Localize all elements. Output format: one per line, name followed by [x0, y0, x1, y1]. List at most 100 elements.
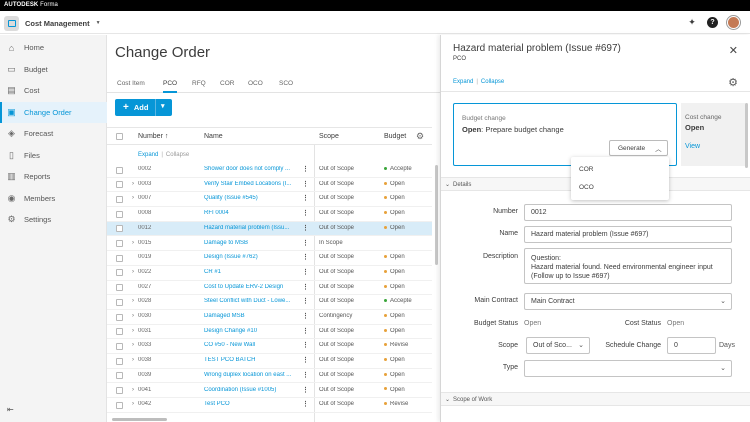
tab-cost-item[interactable]: Cost Item [117, 80, 145, 91]
tab-cor[interactable]: COR [220, 80, 234, 91]
row-name-link[interactable]: Cost to Update ERV-2 Design [204, 284, 294, 290]
more-options-icon[interactable]: ⋮ [302, 356, 309, 364]
sidebar-item-budget[interactable]: ▭ Budget [0, 59, 107, 80]
chevron-down-icon[interactable]: ▾ [161, 102, 165, 110]
row-checkbox[interactable] [116, 181, 123, 189]
row-name-link[interactable]: Shower door does not comply ... [204, 166, 294, 172]
row-name-link[interactable]: Test PCO [204, 401, 294, 407]
collapse-link[interactable]: Collapse [166, 152, 189, 158]
row-checkbox[interactable] [116, 372, 123, 380]
tab-rfq[interactable]: RFQ [192, 80, 206, 91]
column-settings-gear-icon[interactable]: ⚙ [416, 131, 424, 142]
collapse-sidebar-icon[interactable]: ⇤ [7, 405, 14, 414]
more-options-icon[interactable]: ⋮ [302, 253, 309, 261]
more-options-icon[interactable]: ⋮ [302, 327, 309, 335]
row-checkbox[interactable] [116, 387, 123, 394]
menu-item-cor[interactable]: COR [579, 166, 593, 173]
chevron-right-icon[interactable]: › [132, 298, 134, 304]
more-options-icon[interactable]: ⋮ [302, 400, 309, 408]
table-row[interactable]: › 0033 CO #50 - New Wall ⋮ Out of Scope Revis… [107, 339, 432, 355]
row-checkbox[interactable] [116, 357, 123, 365]
row-checkbox[interactable] [116, 240, 123, 247]
table-row[interactable]: 0008 RFI 0004 ⋮ Out of Scope Open [107, 207, 432, 222]
row-name-link[interactable]: CR #1 [204, 269, 294, 275]
table-row[interactable]: › 0007 Quality (Issue #545) ⋮ Out of Scope Op… [107, 192, 432, 208]
more-options-icon[interactable]: ⋮ [302, 312, 309, 320]
tab-oco[interactable]: OCO [248, 80, 263, 91]
scope-select[interactable]: Out of Sco... ⌄ [526, 337, 590, 354]
panel-collapse-link[interactable]: Collapse [481, 79, 504, 85]
table-row[interactable]: › 0042 Test PCO ⋮ Out of Scope Revise [107, 398, 432, 413]
sidebar-item-files[interactable]: ▯ Files [0, 145, 107, 166]
row-checkbox[interactable] [116, 298, 123, 306]
chevron-right-icon[interactable]: › [132, 357, 134, 363]
chevron-right-icon[interactable]: › [132, 240, 134, 246]
panel-scrollbar[interactable] [745, 103, 748, 168]
row-name-link[interactable]: Wrong duplex location on east ... [204, 372, 294, 378]
row-checkbox[interactable] [116, 342, 123, 350]
type-select[interactable]: ⌄ [524, 360, 732, 377]
more-options-icon[interactable]: ⋮ [302, 371, 309, 379]
tab-sco[interactable]: SCO [279, 80, 293, 91]
row-name-link[interactable]: Steel Conflict with Duct - Lowe... [204, 298, 294, 304]
more-options-icon[interactable]: ⋮ [302, 194, 309, 202]
sidebar-item-forecast[interactable]: ◈ Forecast [0, 123, 107, 144]
select-all-checkbox[interactable] [116, 133, 123, 140]
table-row[interactable]: 0027 Cost to Update ERV-2 Design ⋮ Out of S… [107, 281, 432, 296]
user-avatar[interactable] [727, 16, 740, 29]
chevron-right-icon[interactable]: › [132, 269, 134, 275]
panel-settings-gear-icon[interactable]: ⚙ [728, 76, 738, 89]
more-options-icon[interactable]: ⋮ [302, 283, 309, 291]
chevron-right-icon[interactable]: › [132, 195, 134, 201]
row-checkbox[interactable] [116, 284, 123, 292]
row-name-link[interactable]: Damaged MSB [204, 313, 294, 319]
row-name-link[interactable]: Quality (Issue #545) [204, 195, 294, 201]
more-options-icon[interactable]: ⋮ [302, 268, 309, 276]
more-options-icon[interactable]: ⋮ [302, 239, 309, 247]
sidebar-item-home[interactable]: ⌂ Home [0, 37, 107, 58]
table-row[interactable]: › 0031 Design Change #10 ⋮ Out of Scope Open [107, 325, 432, 340]
tab-pco[interactable]: PCO [163, 80, 178, 93]
chevron-right-icon[interactable]: › [132, 313, 134, 319]
table-row[interactable]: › 0038 TEST PCO BATCH ⋮ Out of Scope Open [107, 354, 432, 369]
column-header-number[interactable]: Number ↑ [138, 133, 168, 140]
row-checkbox[interactable] [116, 328, 123, 336]
name-field[interactable]: Hazard material problem (Issue #697) [524, 226, 732, 243]
sidebar-item-members[interactable]: ◉ Members [0, 188, 107, 209]
row-checkbox[interactable] [116, 195, 123, 203]
table-row[interactable]: › 0003 Verify Stair Embed Locations (I... ⋮… [107, 178, 432, 193]
row-name-link[interactable]: Coordination (Issue #1005) [204, 387, 294, 393]
chevron-right-icon[interactable]: › [132, 328, 134, 334]
row-name-link[interactable]: CO #50 - New Wall [204, 342, 294, 348]
number-field[interactable]: 0012 [524, 204, 732, 221]
table-row[interactable]: 0019 Design (Issue #762) ⋮ Out of Scope Open [107, 251, 432, 266]
row-name-link[interactable]: Design Change #10 [204, 328, 294, 334]
table-row[interactable]: 0002 Shower door does not comply ... ⋮ Out … [107, 163, 432, 178]
sidebar-item-cost[interactable]: ▤ Cost [0, 80, 107, 101]
table-row[interactable]: › 0015 Damage to MSB ⋮ In Scope [107, 237, 432, 252]
view-link[interactable]: View [685, 143, 700, 150]
menu-item-oco[interactable]: OCO [579, 184, 594, 191]
row-name-link[interactable]: Damage to MSB [204, 240, 294, 246]
schedule-change-input[interactable]: 0 [667, 337, 716, 354]
panel-expand-link[interactable]: Expand [453, 79, 473, 85]
table-row[interactable]: 0012 Hazard material problem (Issu... ⋮ Out… [107, 221, 432, 237]
row-checkbox[interactable] [116, 210, 123, 218]
row-checkbox[interactable] [116, 254, 123, 262]
table-row[interactable]: › 0030 Damaged MSB ⋮ Contingency Open [107, 310, 432, 325]
table-row[interactable]: › 0041 Coordination (Issue #1005) ⋮ Out of S… [107, 384, 432, 399]
row-name-link[interactable]: Hazard material problem (Issu... [204, 225, 294, 231]
more-options-icon[interactable]: ⋮ [302, 209, 309, 217]
sidebar-item-reports[interactable]: ▥ Reports [0, 166, 107, 187]
column-header-budget[interactable]: Budget [384, 133, 406, 140]
expand-link[interactable]: Expand [138, 152, 158, 158]
row-checkbox[interactable] [116, 313, 123, 321]
more-options-icon[interactable]: ⋮ [302, 386, 309, 394]
main-contract-select[interactable]: Main Contract ⌄ [524, 293, 732, 310]
chevron-right-icon[interactable]: › [132, 181, 134, 187]
column-header-name[interactable]: Name [204, 133, 223, 140]
help-icon[interactable]: ? [707, 17, 718, 28]
scope-of-work-section-header[interactable]: ⌄ Scope of Work [441, 392, 750, 406]
table-row[interactable]: › 0022 CR #1 ⋮ Out of Scope Open [107, 266, 432, 281]
more-options-icon[interactable]: ⋮ [302, 165, 309, 173]
